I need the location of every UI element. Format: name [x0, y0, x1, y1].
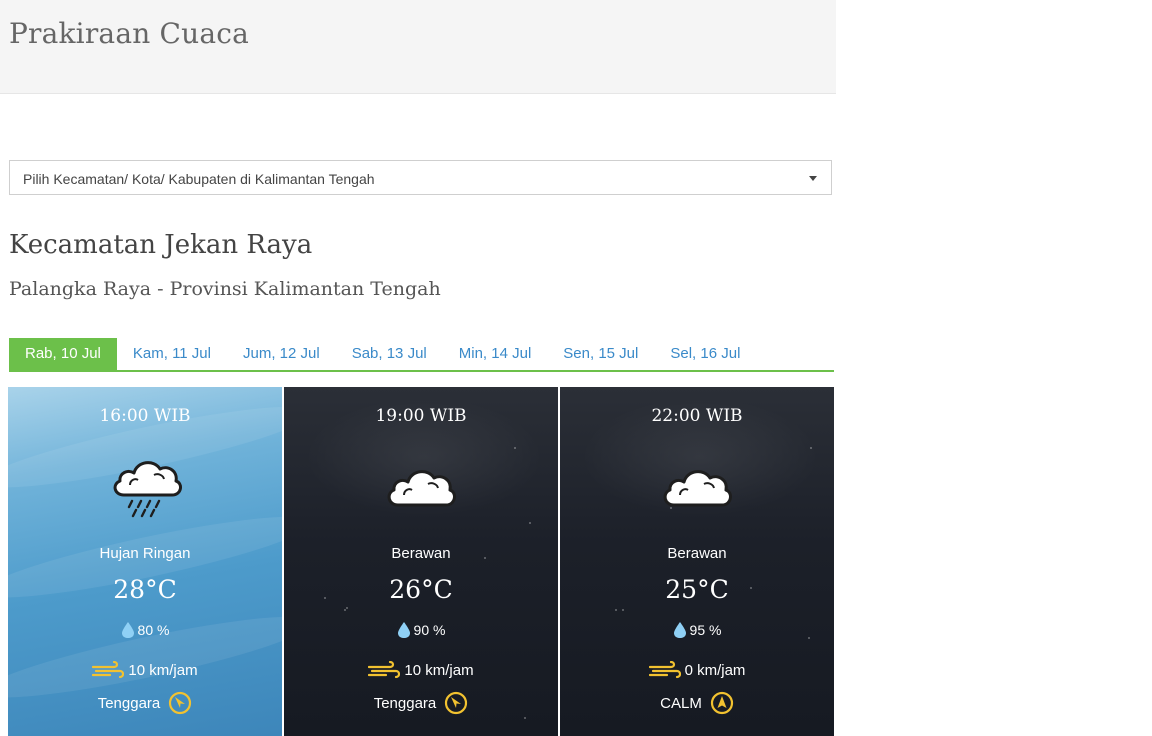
forecast-condition: Hujan Ringan: [99, 545, 191, 562]
forecast-time: 19:00 WIB: [375, 406, 467, 426]
forecast-condition: Berawan: [667, 545, 727, 562]
wind-direction-row: CALM: [560, 691, 834, 715]
wind-row: 10 km/jam: [8, 661, 282, 679]
tab-day-4[interactable]: Sab, 13 Jul: [336, 338, 443, 370]
wind-speed: 10 km/jam: [128, 661, 198, 679]
compass-arrow-icon: [445, 691, 468, 715]
humidity-row: 95 %: [560, 621, 834, 639]
wind-direction-row: Tenggara: [284, 691, 558, 715]
humidity-value: 90 %: [413, 622, 446, 638]
location-subtitle: Palangka Raya - Provinsi Kalimantan Teng…: [9, 278, 441, 300]
page-header: Prakiraan Cuaca: [0, 0, 836, 94]
rain-cloud-icon: [113, 461, 182, 518]
tab-day-6[interactable]: Sen, 15 Jul: [547, 338, 654, 370]
wind-direction: CALM: [660, 694, 702, 712]
forecast-time: 22:00 WIB: [651, 406, 743, 426]
forecast-card: 19:00 WIB Berawan 26°C 90 % 10 km/jam Te…: [284, 387, 558, 736]
humidity-drop-icon: [397, 622, 410, 638]
location-title: Kecamatan Jekan Raya: [9, 230, 313, 260]
wind-icon: [648, 661, 681, 679]
wind-icon: [368, 661, 401, 679]
wind-speed: 10 km/jam: [404, 661, 474, 679]
forecast-card: 16:00 WIB Hujan Ringan 28°C 80 % 10 km/j…: [8, 387, 282, 736]
star-dot: [514, 447, 516, 449]
star-dot: [529, 522, 531, 524]
forecast-cards: 16:00 WIB Hujan Ringan 28°C 80 % 10 km/j…: [8, 387, 834, 736]
tab-day-7[interactable]: Sel, 16 Jul: [654, 338, 756, 370]
tab-day-1[interactable]: Rab, 10 Jul: [9, 338, 117, 370]
humidity-value: 80 %: [137, 622, 170, 638]
wind-row: 10 km/jam: [284, 661, 558, 679]
star-dot: [615, 609, 617, 611]
wind-row: 0 km/jam: [560, 661, 834, 679]
tab-day-2[interactable]: Kam, 11 Jul: [117, 338, 227, 370]
forecast-temperature: 28°C: [113, 575, 177, 604]
page-title: Prakiraan Cuaca: [9, 17, 250, 50]
wind-icon: [92, 661, 125, 679]
compass-arrow-icon: [169, 691, 192, 715]
forecast-time: 16:00 WIB: [99, 406, 191, 426]
star-dot: [346, 607, 348, 609]
humidity-row: 90 %: [284, 621, 558, 639]
forecast-temperature: 25°C: [665, 575, 729, 604]
star-dot: [524, 717, 526, 719]
forecast-temperature: 26°C: [389, 575, 453, 604]
location-select-label: Pilih Kecamatan/ Kota/ Kabupaten di Kali…: [23, 171, 375, 187]
wind-direction: Tenggara: [373, 694, 437, 712]
forecast-card: 22:00 WIB Berawan 25°C 95 % 0 km/jam CAL…: [560, 387, 834, 736]
wind-direction: Tenggara: [97, 694, 161, 712]
tab-day-5[interactable]: Min, 14 Jul: [443, 338, 548, 370]
forecast-condition: Berawan: [391, 545, 451, 562]
cloud-icon: [387, 470, 456, 507]
humidity-drop-icon: [121, 622, 134, 638]
location-select[interactable]: Pilih Kecamatan/ Kota/ Kabupaten di Kali…: [9, 160, 832, 195]
cloud-icon: [663, 470, 732, 507]
star-dot: [622, 609, 624, 611]
humidity-value: 95 %: [689, 622, 722, 638]
star-dot: [810, 447, 812, 449]
compass-calm-icon: [710, 691, 733, 715]
humidity-row: 80 %: [8, 621, 282, 639]
day-tabs: Rab, 10 Jul Kam, 11 Jul Jum, 12 Jul Sab,…: [9, 338, 834, 372]
tab-day-3[interactable]: Jum, 12 Jul: [227, 338, 336, 370]
wind-direction-row: Tenggara: [8, 691, 282, 715]
wind-speed: 0 km/jam: [684, 661, 746, 679]
humidity-drop-icon: [673, 622, 686, 638]
star-dot: [344, 609, 346, 611]
caret-down-icon: [809, 176, 817, 181]
